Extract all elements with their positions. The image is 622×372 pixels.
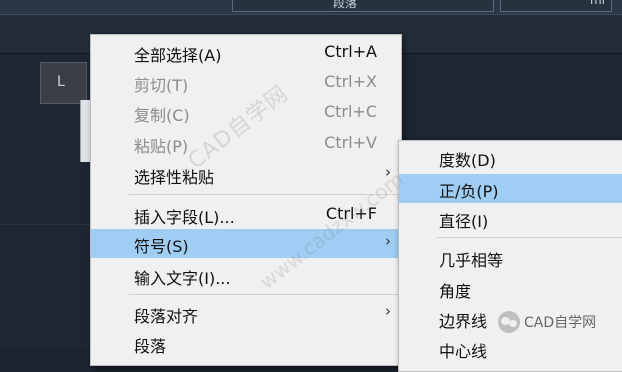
menu-item-label: 插入字段(L)... xyxy=(134,208,235,227)
menu-item-label: 剪切(T) xyxy=(134,76,189,95)
paragraph-panel[interactable]: 段落 xyxy=(232,0,494,12)
menu-separator xyxy=(129,294,399,295)
menu-item-label: 几乎相等 xyxy=(439,251,504,270)
menu-item-insert-field[interactable]: 插入字段(L)... Ctrl+F xyxy=(91,200,401,229)
left-tab-icon: L xyxy=(57,74,65,90)
menu-item-select-all[interactable]: 全部选择(A) Ctrl+A xyxy=(91,38,401,67)
menu-item-paragraph[interactable]: 段落 xyxy=(91,329,401,358)
submenu-item-degrees[interactable]: 度数(D) xyxy=(399,143,622,172)
menu-item-shortcut: Ctrl+X xyxy=(324,72,377,91)
menu-item-shortcut: Ctrl+V xyxy=(324,133,377,152)
chevron-right-icon: › xyxy=(385,163,391,181)
top-bar: 段落 mi xyxy=(0,0,622,15)
menu-item-shortcut: Ctrl+C xyxy=(323,102,377,121)
menu-separator xyxy=(129,194,399,195)
source-badge: CAD自学网 xyxy=(498,302,622,342)
menu-item-label: 符号(S) xyxy=(134,237,189,256)
menu-item-label: 度数(D) xyxy=(439,151,496,170)
paragraph-panel-title: 段落 xyxy=(333,0,358,10)
chevron-right-icon: › xyxy=(385,232,391,250)
menu-item-label: 直径(I) xyxy=(439,212,489,231)
menu-separator xyxy=(437,237,622,238)
right-panel[interactable]: mi xyxy=(500,0,612,12)
menu-item-cut[interactable]: 剪切(T) Ctrl+X xyxy=(91,68,401,97)
menu-item-paste[interactable]: 粘贴(P) Ctrl+V xyxy=(91,129,401,158)
wechat-icon xyxy=(498,311,520,333)
submenu-item-angle[interactable]: 角度 xyxy=(399,274,622,303)
menu-item-label: 粘贴(P) xyxy=(134,137,189,156)
menu-item-label: 正/负(P) xyxy=(439,182,499,201)
menu-item-shortcut: Ctrl+F xyxy=(325,204,377,223)
submenu-item-diameter[interactable]: 直径(I) xyxy=(399,204,622,233)
menu-item-label: 段落对齐 xyxy=(134,307,199,326)
menu-item-paste-special[interactable]: 选择性粘贴 › xyxy=(91,160,401,189)
submenu-item-plus-minus[interactable]: 正/负(P) xyxy=(399,174,622,203)
menu-item-label: 复制(C) xyxy=(134,106,190,125)
menu-item-import-text[interactable]: 输入文字(I)... xyxy=(91,261,401,290)
context-menu: 全部选择(A) Ctrl+A 剪切(T) Ctrl+X 复制(C) Ctrl+C… xyxy=(90,34,402,366)
menu-item-paragraph-alignment[interactable]: 段落对齐 › xyxy=(91,299,401,328)
menu-item-label: 中心线 xyxy=(439,342,488,361)
menu-item-label: 选择性粘贴 xyxy=(134,168,215,187)
menu-item-label: 段落 xyxy=(134,337,167,356)
menu-item-symbol[interactable]: 符号(S) › xyxy=(91,229,401,258)
menu-item-shortcut: Ctrl+A xyxy=(324,42,377,61)
chevron-right-icon: › xyxy=(385,302,391,320)
tab-stop-selector[interactable]: L xyxy=(40,62,87,104)
submenu-item-almost-equal[interactable]: 几乎相等 xyxy=(399,243,622,272)
menu-item-label: 角度 xyxy=(439,282,472,301)
menu-item-copy[interactable]: 复制(C) Ctrl+C xyxy=(91,98,401,127)
menu-item-label: 输入文字(I)... xyxy=(134,269,231,288)
menu-item-label: 全部选择(A) xyxy=(134,46,222,65)
badge-text: CAD自学网 xyxy=(524,315,597,331)
right-panel-text: mi xyxy=(589,0,605,7)
menu-item-label: 边界线 xyxy=(439,312,488,331)
